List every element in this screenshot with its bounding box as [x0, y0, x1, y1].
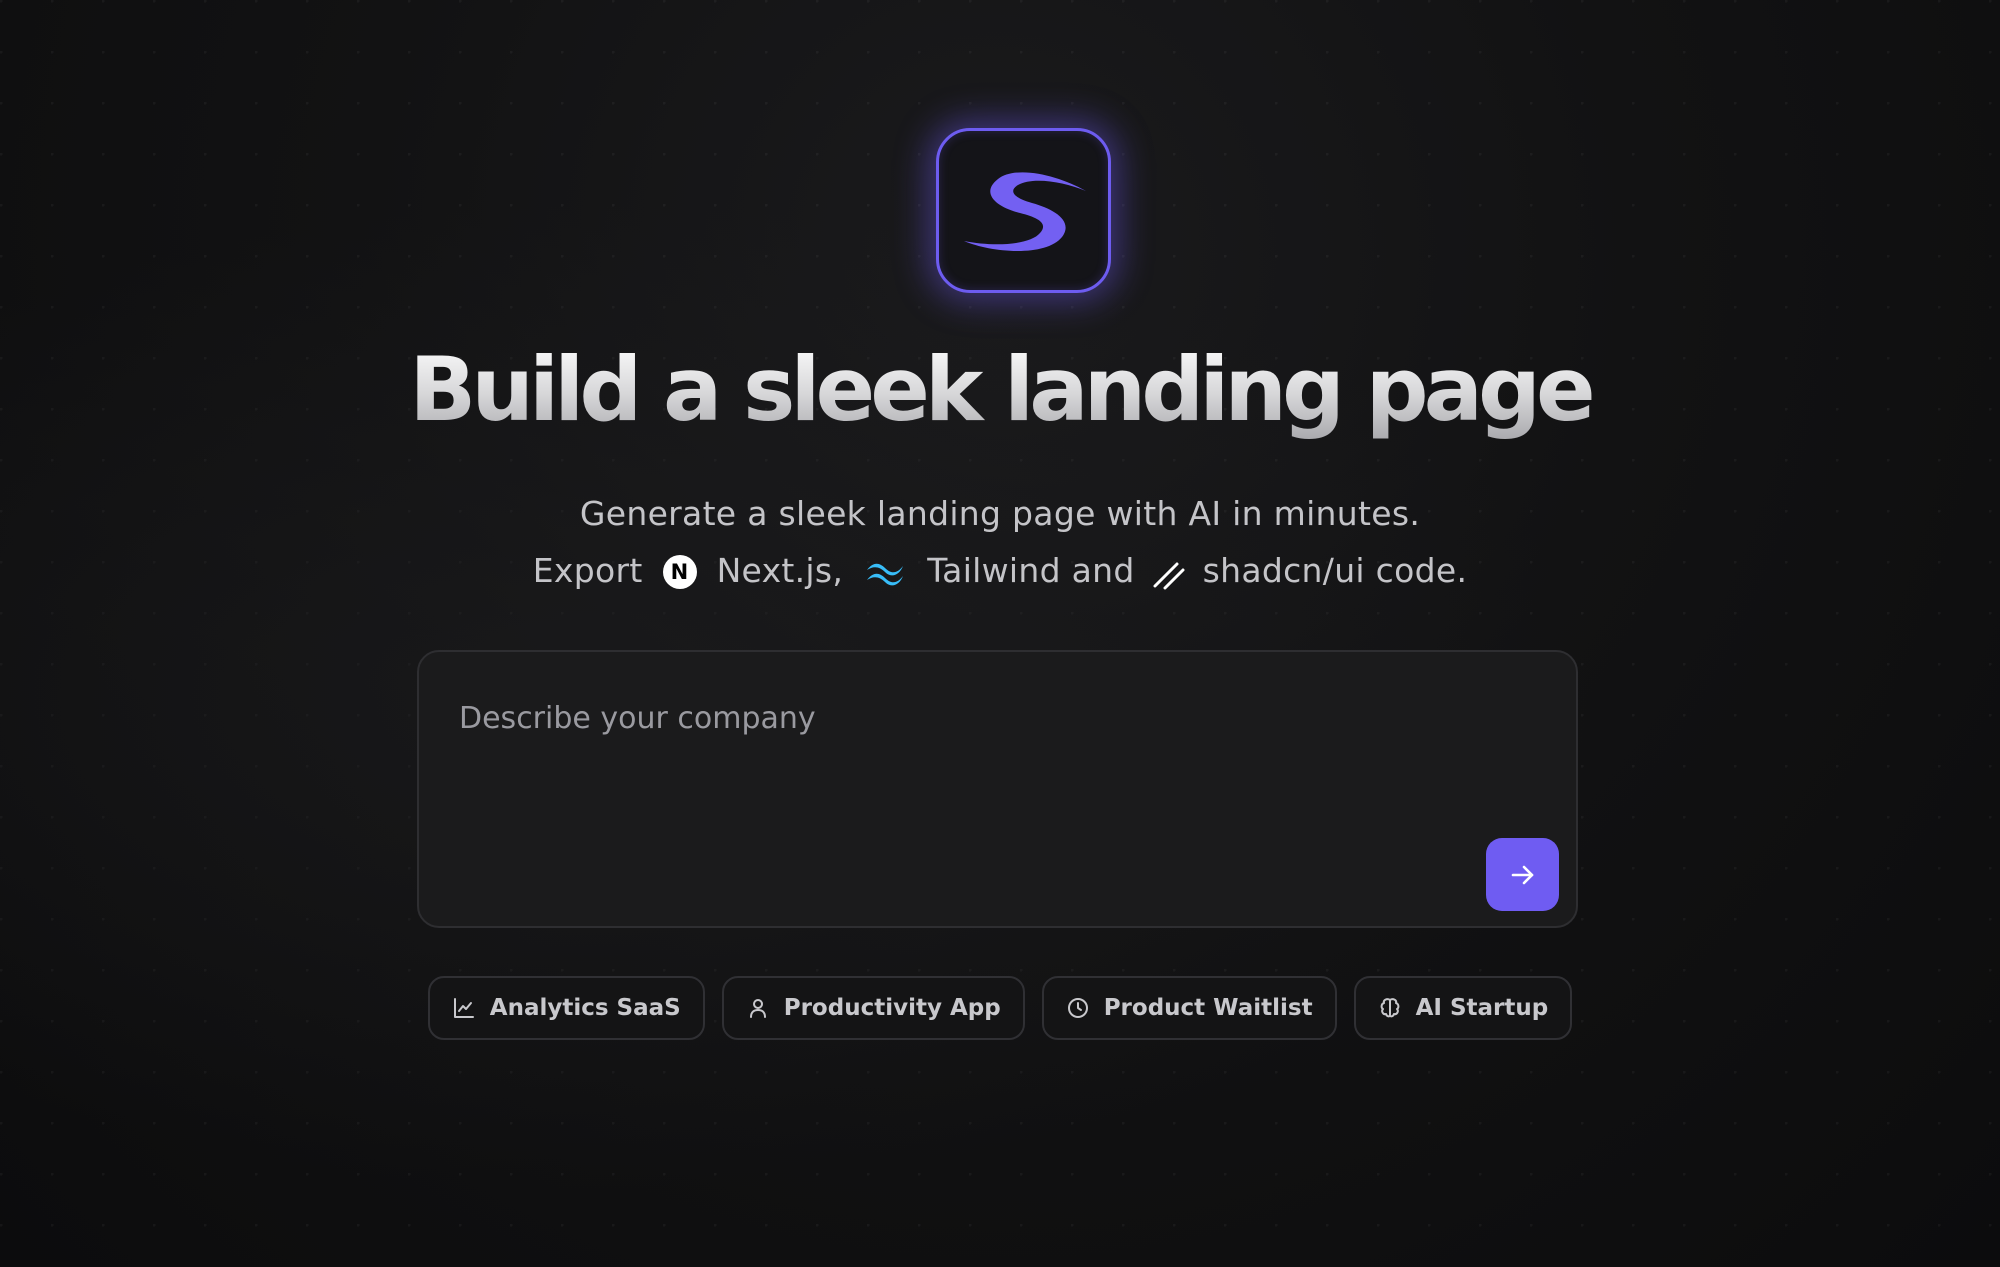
company-description-input[interactable]: [459, 688, 1459, 748]
shadcn-label: shadcn/ui code.: [1202, 550, 1468, 590]
brain-icon: [1380, 998, 1399, 1018]
chip-productivity-app[interactable]: Productivity App: [721, 976, 1025, 1040]
clock-icon: [1067, 998, 1088, 1018]
chip-analytics-saas[interactable]: Analytics SaaS: [427, 976, 705, 1040]
subtitle-line-2: Export N Next.js, Tailwind and shadcn/ui…: [0, 550, 2000, 590]
prompt-card: [417, 650, 1578, 928]
submit-button[interactable]: [1486, 838, 1559, 911]
app-logo: [936, 128, 1111, 293]
chip-ai-startup[interactable]: AI Startup: [1353, 976, 1573, 1040]
chip-label: Analytics SaaS: [489, 995, 681, 1021]
landing-page: Build a sleek landing page Generate a sl…: [0, 0, 2000, 1267]
subtitle-line-1: Generate a sleek landing page with AI in…: [579, 494, 1421, 533]
page-title: Build a sleek landing page: [0, 338, 2000, 441]
nextjs-label: Next.js,: [716, 550, 844, 590]
s-swoosh-logo-icon: [963, 171, 1086, 251]
shadcn-icon: [1153, 562, 1185, 590]
arrow-right-icon: [1511, 865, 1533, 884]
nextjs-icon: N: [662, 555, 697, 589]
tailwind-icon: [867, 563, 904, 586]
chip-label: AI Startup: [1415, 995, 1549, 1021]
line-chart-icon: [453, 998, 474, 1018]
user-icon: [749, 999, 766, 1018]
chip-label: Product Waitlist: [1103, 995, 1313, 1021]
export-label: Export: [532, 550, 643, 590]
tailwind-label: Tailwind and: [927, 550, 1135, 590]
chip-product-waitlist[interactable]: Product Waitlist: [1041, 976, 1337, 1040]
suggestion-chips: Analytics SaaS Productivity App Product …: [0, 976, 2000, 1040]
chip-label: Productivity App: [783, 995, 1001, 1021]
